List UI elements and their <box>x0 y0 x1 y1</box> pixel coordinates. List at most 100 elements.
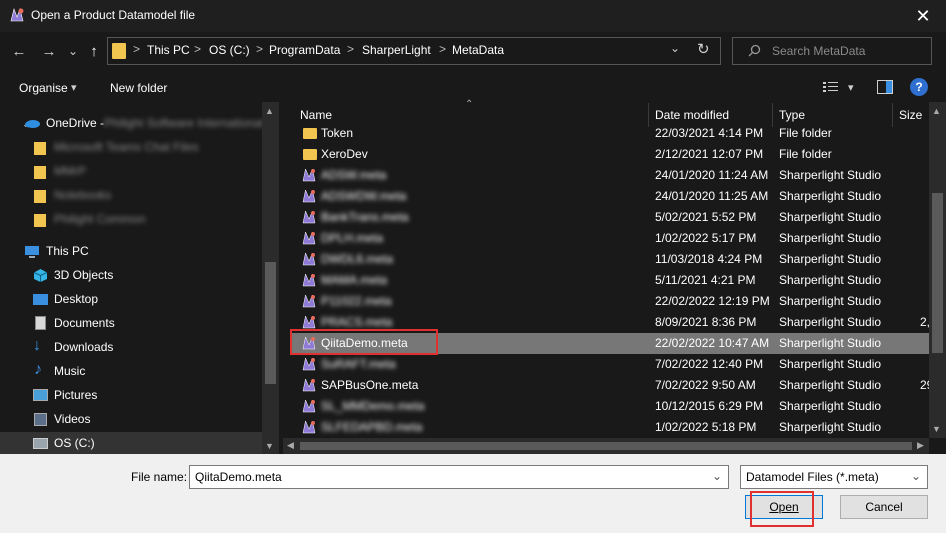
meta-file-icon <box>302 168 316 182</box>
nav-item-blurred[interactable]: Notebooks <box>0 184 262 208</box>
column-header-date[interactable]: Date modified <box>655 108 729 122</box>
organise-button[interactable]: Organise <box>19 81 68 95</box>
refresh-icon[interactable]: ↻ <box>697 40 710 58</box>
nav-item-os-c[interactable]: OS (C:) <box>0 432 262 456</box>
nav-label-blurred: MMrP <box>54 164 86 178</box>
file-date-modified: 22/03/2021 4:14 PM <box>655 126 764 140</box>
forward-icon[interactable]: → <box>38 40 60 62</box>
file-type: Sharperlight Studio <box>779 336 882 350</box>
breadcrumb-this-pc[interactable]: This PC <box>147 43 190 57</box>
horizontal-scrollbar-thumb[interactable] <box>300 442 912 450</box>
file-row[interactable]: DWDL6.meta 11/03/2018 4:24 PM Sharperlight… <box>291 249 929 270</box>
file-row[interactable]: SAPBusOne.meta 7/02/2022 9:50 AM Sharperli… <box>291 375 937 396</box>
file-name: MAMA.meta <box>321 273 388 287</box>
column-header-name[interactable]: Name <box>300 108 332 122</box>
file-row[interactable]: SL_MMDemo.meta 10/12/2015 6:29 PM Sharperl… <box>291 396 929 417</box>
breadcrumb-os-c[interactable]: OS (C:) <box>209 43 250 57</box>
folder-icon <box>34 214 46 227</box>
breadcrumb-sharperlight[interactable]: SharperLight <box>362 43 431 57</box>
nav-label-blurred: Microsoft Teams Chat Files <box>54 140 199 154</box>
scroll-down-icon[interactable]: ▼ <box>265 441 274 451</box>
scroll-left-icon[interactable]: ◀ <box>287 440 294 451</box>
nav-item-documents[interactable]: Documents <box>0 312 262 336</box>
scroll-up-icon[interactable]: ▲ <box>265 106 274 116</box>
file-row[interactable]: Token 22/03/2021 4:14 PM File folder <box>291 123 929 144</box>
window-title: Open a Product Datamodel file <box>31 8 196 22</box>
file-row[interactable]: MAMA.meta 5/11/2021 4:21 PM Sharperlight S… <box>291 270 929 291</box>
folder-icon <box>34 166 46 179</box>
cube-icon <box>33 269 48 282</box>
recent-locations-icon[interactable]: ⌄ <box>62 40 84 62</box>
breadcrumb-metadata[interactable]: MetaData <box>452 43 504 57</box>
chevron-down-icon: ▾ <box>71 82 77 94</box>
meta-file-icon <box>302 231 316 245</box>
breadcrumb-separator: > <box>347 42 355 56</box>
file-type-select[interactable]: Datamodel Files (*.meta) ⌄ <box>740 465 928 489</box>
nav-item-onedrive[interactable]: ⌄ OneDrive - Philight Software Internati… <box>0 112 263 136</box>
file-name: P11022.meta <box>321 294 392 308</box>
view-options-icon[interactable] <box>823 81 839 93</box>
nav-label-os-c: OS (C:) <box>54 436 95 450</box>
nav-item-desktop[interactable]: Desktop <box>0 288 262 312</box>
chevron-down-icon[interactable]: ▾ <box>848 81 854 94</box>
help-icon[interactable]: ? <box>910 78 928 96</box>
nav-item-downloads[interactable]: ↓ Downloads <box>0 336 262 360</box>
preview-pane-icon[interactable] <box>877 80 893 94</box>
file-row[interactable]: SLFEDAPBD.meta 1/02/2022 5:18 PM Sharperli… <box>291 417 929 438</box>
nav-label-this-pc: This PC <box>46 244 89 258</box>
file-date-modified: 24/01/2020 11:25 AM <box>655 189 769 203</box>
file-row[interactable]: SuRAFT.meta 7/02/2022 12:40 PM Sharperligh… <box>291 354 929 375</box>
breadcrumb-programdata[interactable]: ProgramData <box>269 43 340 57</box>
sort-ascending-icon: ⌃ <box>465 99 474 110</box>
nav-item-blurred[interactable]: MMrP <box>0 160 262 184</box>
nav-scrollbar-thumb[interactable] <box>265 262 276 384</box>
file-date-modified: 22/02/2022 10:47 AM <box>655 336 770 350</box>
file-date-modified: 1/02/2022 5:18 PM <box>655 420 757 434</box>
file-date-modified: 5/11/2021 4:21 PM <box>655 273 756 287</box>
nav-label-blurred: Notebooks <box>54 188 112 202</box>
file-row[interactable]: P11022.meta 22/02/2022 12:19 PM Sharperlig… <box>291 291 929 312</box>
nav-item-videos[interactable]: Videos <box>0 408 262 432</box>
nav-label-documents: Documents <box>54 316 115 330</box>
nav-item-3d-objects[interactable]: 3D Objects <box>0 264 262 288</box>
filename-input[interactable]: QiitaDemo.meta ⌄ <box>189 465 729 489</box>
scroll-down-icon[interactable]: ▼ <box>932 424 941 434</box>
breadcrumb-separator: > <box>194 42 202 56</box>
file-row[interactable]: ADSWDW.meta 24/01/2020 11:25 AM Sharperlig… <box>291 186 929 207</box>
file-date-modified: 22/02/2022 12:19 PM <box>655 294 770 308</box>
file-row[interactable]: ADSW.meta 24/01/2020 11:24 AM Sharperlight… <box>291 165 929 186</box>
search-placeholder: Search MetaData <box>772 44 866 58</box>
video-icon <box>34 413 47 426</box>
file-type: Sharperlight Studio <box>779 273 882 287</box>
file-date-modified: 24/01/2020 11:24 AM <box>655 168 769 182</box>
file-name: SuRAFT.meta <box>321 357 396 371</box>
scroll-up-icon[interactable]: ▲ <box>932 106 941 116</box>
close-button[interactable]: ✕ <box>900 0 946 32</box>
file-name: DPLH.meta <box>321 231 384 245</box>
nav-item-pictures[interactable]: Pictures <box>0 384 262 408</box>
column-header-size[interactable]: Size <box>899 108 922 122</box>
chevron-down-icon: ⌄ <box>911 469 922 483</box>
nav-item-music[interactable]: ♪ Music <box>0 360 262 384</box>
new-folder-button[interactable]: New folder <box>110 81 167 95</box>
scroll-right-icon[interactable]: ▶ <box>917 440 924 451</box>
nav-item-this-pc[interactable]: This PC <box>0 240 262 264</box>
file-type: Sharperlight Studio <box>779 168 882 182</box>
up-icon[interactable]: ↑ <box>83 40 105 62</box>
nav-item-blurred[interactable]: Philight Common <box>0 208 262 232</box>
file-row[interactable]: DPLH.meta 1/02/2022 5:17 PM Sharperlight S… <box>291 228 929 249</box>
chevron-down-icon[interactable]: ⌄ <box>712 469 722 483</box>
address-dropdown-icon[interactable]: ⌄ <box>670 41 680 55</box>
file-row[interactable]: XeroDev 2/12/2021 12:07 PM File folder <box>291 144 929 165</box>
breadcrumb-separator: > <box>133 42 141 56</box>
breadcrumb-separator: > <box>256 42 264 56</box>
cancel-button[interactable]: Cancel <box>840 495 928 519</box>
nav-item-blurred[interactable]: Microsoft Teams Chat Files <box>0 136 262 160</box>
meta-file-icon <box>302 378 316 392</box>
file-name: SLFEDAPBD.meta <box>321 420 423 434</box>
file-list-scrollbar-thumb[interactable] <box>932 193 943 353</box>
file-row[interactable]: BankTrans.meta 5/02/2021 5:52 PM Sharperli… <box>291 207 929 228</box>
file-date-modified: 7/02/2022 12:40 PM <box>655 357 764 371</box>
column-header-type[interactable]: Type <box>779 108 805 122</box>
back-icon[interactable]: ← <box>8 40 30 62</box>
